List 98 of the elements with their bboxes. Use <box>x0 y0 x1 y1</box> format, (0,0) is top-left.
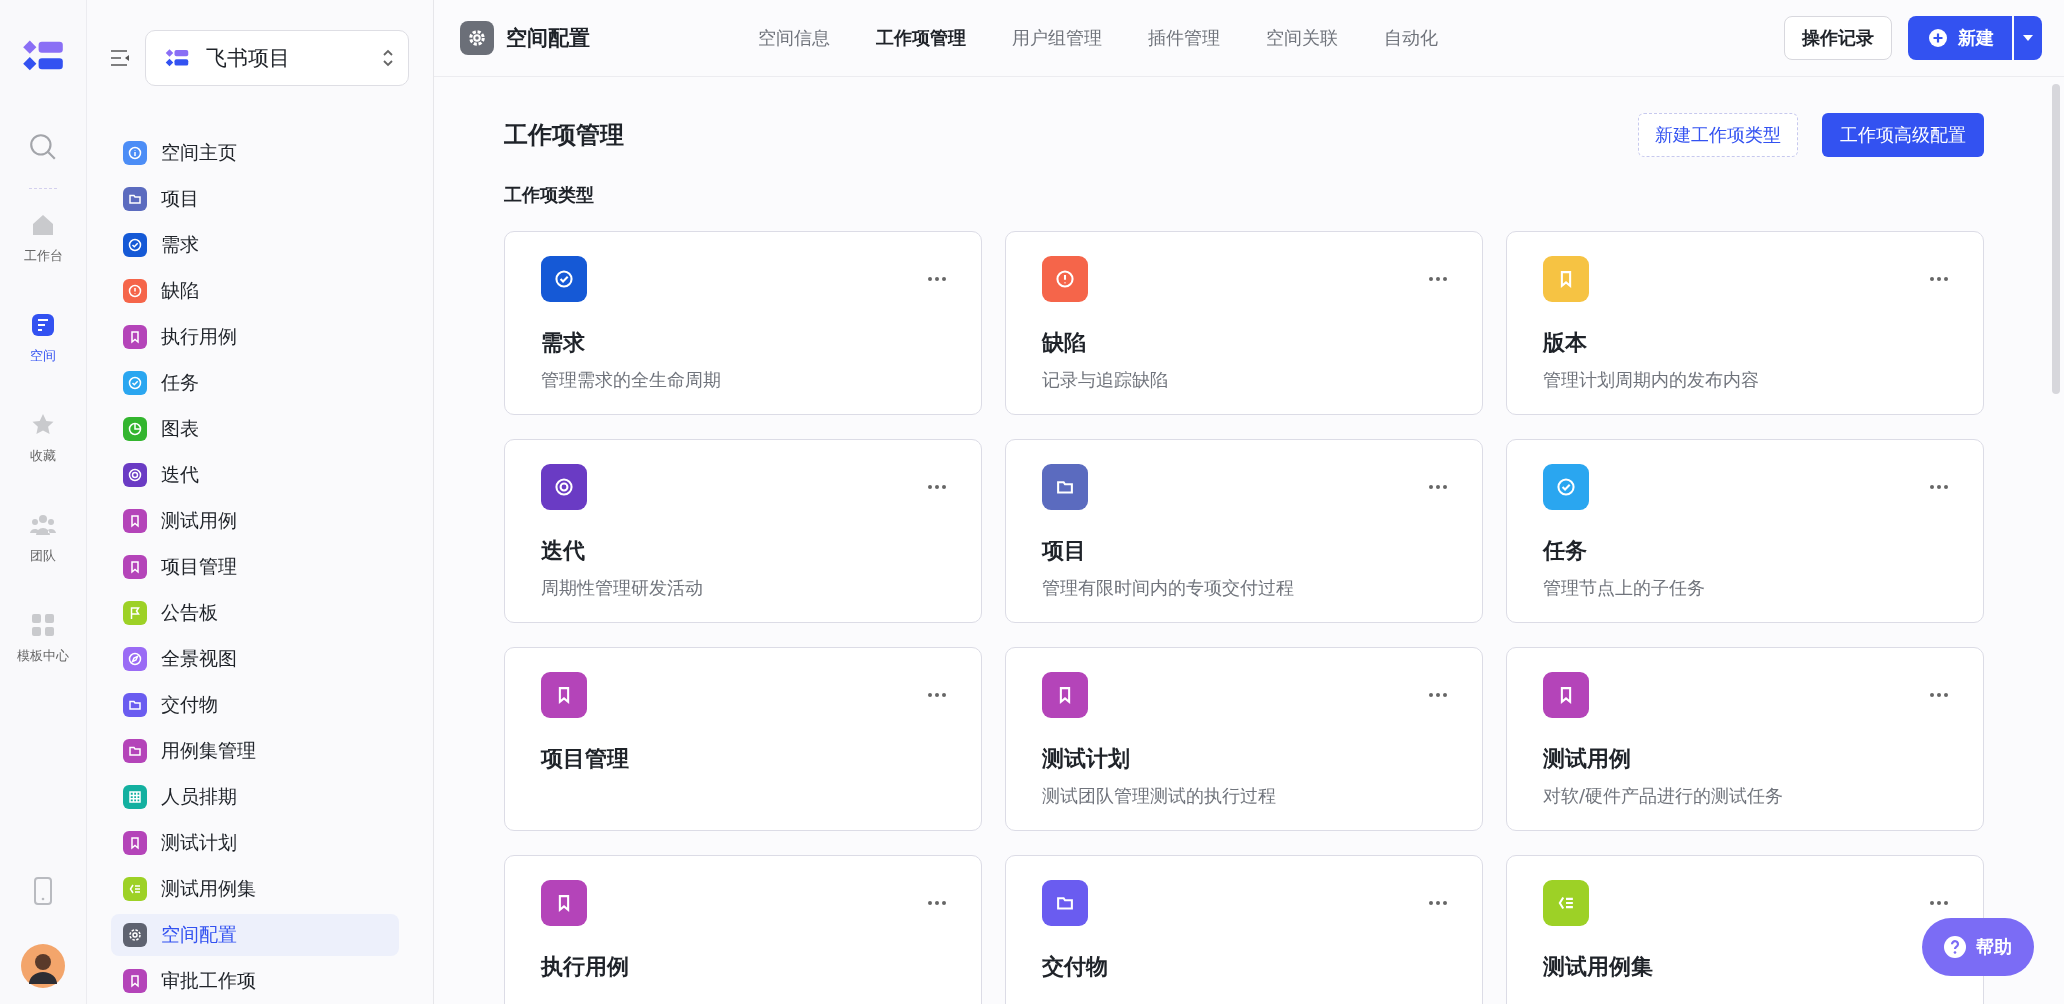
card-title: 缺陷 <box>1042 329 1087 357</box>
work-item-type-card[interactable]: 任务 管理节点上的子任务 <box>1506 439 1984 623</box>
card-title: 项目管理 <box>541 745 630 773</box>
chevron-up-down-icon <box>382 48 394 68</box>
tab[interactable]: 空间关联 <box>1248 26 1356 50</box>
avatar[interactable] <box>21 944 65 988</box>
rail-item[interactable]: 工作台 <box>23 211 63 265</box>
sidebar-item[interactable]: 空间配置 <box>111 914 399 956</box>
sidebar-item[interactable]: 用例集管理 <box>111 730 399 772</box>
logo-icon <box>164 48 190 68</box>
more-icon[interactable] <box>927 484 947 490</box>
card-title: 交付物 <box>1042 953 1109 981</box>
work-item-type-card[interactable]: 项目 管理有限时间内的专项交付过程 <box>1005 439 1483 623</box>
scrollbar[interactable] <box>2052 84 2060 394</box>
card-title: 项目 <box>1042 537 1087 565</box>
more-icon[interactable] <box>927 692 947 698</box>
card-title: 需求 <box>541 329 586 357</box>
work-item-type-card[interactable]: 版本 管理计划周期内的发布内容 <box>1506 231 1984 415</box>
sidebar-item[interactable]: 需求 <box>111 224 399 266</box>
sidebar-item[interactable]: 人员排期 <box>111 776 399 818</box>
new-button[interactable]: 新建 <box>1908 16 2012 60</box>
sidebar-item[interactable]: 项目 <box>111 178 399 220</box>
work-item-type-card[interactable]: 项目管理 <box>504 647 982 831</box>
more-icon[interactable] <box>1929 276 1949 282</box>
sidebar-item[interactable]: 测试用例集 <box>111 868 399 910</box>
sidebar-item[interactable]: 图表 <box>111 408 399 450</box>
tab[interactable]: 工作项管理 <box>858 26 984 50</box>
card-description: 对软/硬件产品进行的测试任务 <box>1543 784 1785 808</box>
card-description: 管理需求的全生命周期 <box>541 368 722 392</box>
more-icon[interactable] <box>1929 692 1949 698</box>
more-icon[interactable] <box>1929 900 1949 906</box>
work-item-type-card[interactable]: 交付物 <box>1005 855 1483 1004</box>
caret-down-icon <box>2022 34 2034 42</box>
more-icon[interactable] <box>1929 484 1949 490</box>
dropdown-button[interactable] <box>2014 16 2042 60</box>
card-description: 周期性管理研发活动 <box>541 576 704 600</box>
sidebar-item[interactable]: 测试用例 <box>111 500 399 542</box>
more-icon[interactable] <box>927 900 947 906</box>
rail-item[interactable]: 空间 <box>29 311 57 365</box>
work-item-type-card[interactable]: 迭代 周期性管理研发活动 <box>504 439 982 623</box>
rail-item[interactable]: 模板中心 <box>17 611 69 665</box>
plus-icon <box>1928 28 1948 48</box>
sidebar-item[interactable]: 迭代 <box>111 454 399 496</box>
collapse-sidebar-icon[interactable] <box>109 49 131 67</box>
sidebar-item[interactable]: 项目管理 <box>111 546 399 588</box>
sidebar-item[interactable]: 交付物 <box>111 684 399 726</box>
work-item-type-card[interactable]: 测试计划 测试团队管理测试的执行过程 <box>1005 647 1483 831</box>
tab[interactable]: 空间信息 <box>740 26 848 50</box>
sidebar-item[interactable]: 任务 <box>111 362 399 404</box>
card-title: 迭代 <box>541 537 586 565</box>
swirl-icon <box>553 476 575 498</box>
card-description: 管理有限时间内的专项交付过程 <box>1042 576 1295 600</box>
sidebar-item[interactable]: 空间主页 <box>111 132 399 174</box>
more-icon[interactable] <box>1428 900 1448 906</box>
more-icon[interactable] <box>1428 692 1448 698</box>
page-title: 工作项管理 <box>504 120 624 151</box>
tab[interactable]: 用户组管理 <box>994 26 1120 50</box>
help-icon <box>1944 936 1966 958</box>
sidebar-item[interactable]: 公告板 <box>111 592 399 634</box>
more-icon[interactable] <box>1428 276 1448 282</box>
new-type-button[interactable]: 新建工作项类型 <box>1638 113 1798 157</box>
work-item-type-card[interactable]: 测试用例 对软/硬件产品进行的测试任务 <box>1506 647 1984 831</box>
grid-icon <box>29 611 57 639</box>
card-description: 记录与追踪缺陷 <box>1042 368 1169 392</box>
card-title: 执行用例 <box>541 953 630 981</box>
sidebar-item[interactable]: 审批工作项 <box>111 960 399 1002</box>
sidebar-item[interactable]: 全景视图 <box>111 638 399 680</box>
more-icon[interactable] <box>927 276 947 282</box>
sidebar-item[interactable]: 测试计划 <box>111 822 399 864</box>
card-title: 测试计划 <box>1042 745 1131 773</box>
card-description: 管理计划周期内的发布内容 <box>1543 368 1760 392</box>
help-floating-button[interactable]: 帮助 <box>1922 918 2034 976</box>
alert-icon <box>1054 268 1076 290</box>
work-item-type-card[interactable]: 缺陷 记录与追踪缺陷 <box>1005 231 1483 415</box>
card-description: 管理节点上的子任务 <box>1543 576 1706 600</box>
check-icon <box>1555 476 1577 498</box>
advanced-config-button[interactable]: 工作项高级配置 <box>1822 113 1984 157</box>
more-icon[interactable] <box>1428 484 1448 490</box>
card-title: 测试用例集 <box>1543 953 1654 981</box>
sidebar-item[interactable]: 执行用例 <box>111 316 399 358</box>
card-title: 版本 <box>1543 329 1588 357</box>
sidebar-item[interactable]: 缺陷 <box>111 270 399 312</box>
document-icon <box>29 311 57 339</box>
work-item-type-card[interactable]: 需求 管理需求的全生命周期 <box>504 231 982 415</box>
section-label: 工作项类型 <box>504 183 595 207</box>
operation-log-button[interactable]: 操作记录 <box>1784 16 1892 60</box>
settings-icon <box>460 21 494 55</box>
page-header-title: 空间配置 <box>506 25 590 52</box>
card-description: 测试团队管理测试的执行过程 <box>1042 784 1277 808</box>
card-title: 测试用例 <box>1543 745 1632 773</box>
tab[interactable]: 自动化 <box>1366 26 1456 50</box>
rail-item[interactable]: 收藏 <box>29 411 57 465</box>
check-icon <box>553 268 575 290</box>
work-item-type-card[interactable]: 执行用例 <box>504 855 982 1004</box>
space-selector[interactable]: 飞书项目 <box>145 30 409 86</box>
card-title: 任务 <box>1543 537 1588 565</box>
rail-item[interactable]: 团队 <box>29 511 57 565</box>
tab[interactable]: 插件管理 <box>1130 26 1238 50</box>
